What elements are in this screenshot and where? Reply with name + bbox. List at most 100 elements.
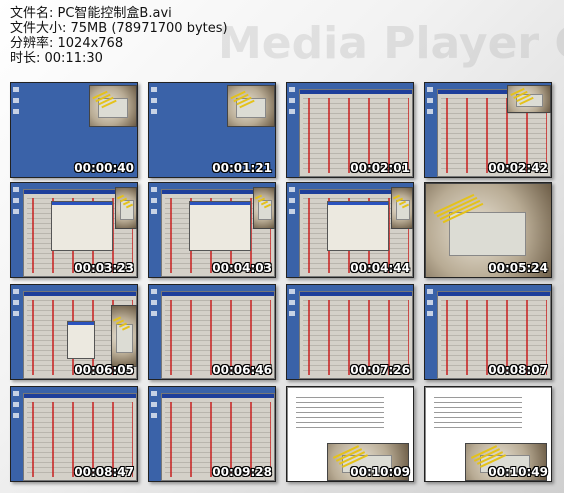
timestamp: 00:10:49 (488, 465, 548, 479)
file-info: 文件名: PC智能控制盒B.avi 文件大小: 75MB (78971700 b… (10, 6, 228, 66)
desktop-icons (151, 87, 157, 120)
dialog-window (51, 201, 113, 251)
file-name: 文件名: PC智能控制盒B.avi (10, 6, 172, 21)
desktop-icons (13, 391, 19, 424)
video-thumbnail: 00:04:03 (148, 182, 276, 278)
video-thumbnail: 00:02:42 (424, 82, 552, 178)
timestamp: 00:03:23 (74, 261, 134, 275)
desktop-icon (13, 98, 19, 103)
control-box (448, 212, 527, 257)
dialog-titlebar (68, 322, 94, 325)
timestamp: 00:05:24 (488, 261, 548, 275)
device-photo (89, 85, 137, 127)
desktop-icon (427, 87, 433, 92)
text-lines (434, 396, 522, 432)
device-photo (507, 85, 551, 113)
device-photo (115, 187, 137, 229)
desktop-icon (151, 187, 157, 192)
timestamp: 00:06:46 (212, 363, 272, 377)
desktop-icon (151, 109, 157, 114)
desktop-icon (289, 300, 295, 305)
video-thumbnail: 00:08:07 (424, 284, 552, 380)
desktop-icons (289, 87, 295, 120)
timestamp: 00:00:40 (74, 161, 134, 175)
desktop-icon (13, 289, 19, 294)
dialog-titlebar (52, 202, 112, 205)
desktop-icons (13, 87, 19, 120)
video-thumbnail: 00:07:26 (286, 284, 414, 380)
desktop-icon (427, 109, 433, 114)
desktop-icons (151, 391, 157, 424)
window-titlebar (162, 394, 274, 398)
window-titlebar (300, 292, 412, 296)
desktop-icon (13, 300, 19, 305)
window-titlebar (300, 90, 412, 94)
timestamp: 00:04:44 (350, 261, 410, 275)
desktop-icon (151, 300, 157, 305)
dialog-window (189, 201, 251, 251)
timestamp: 00:08:07 (488, 363, 548, 377)
timestamp: 00:04:03 (212, 261, 272, 275)
video-thumbnail: 00:09:28 (148, 386, 276, 482)
desktop-icon (13, 87, 19, 92)
video-thumbnail: 00:06:46 (148, 284, 276, 380)
desktop-icon (151, 289, 157, 294)
watermark-text: Media Player Classic (218, 18, 564, 69)
desktop-icons (13, 289, 19, 322)
video-thumbnail: 00:10:09 (286, 386, 414, 482)
desktop-icon (151, 87, 157, 92)
video-thumbnail: 00:03:23 (10, 182, 138, 278)
device-photo (253, 187, 275, 229)
desktop-icon (427, 98, 433, 103)
timestamp: 00:10:09 (350, 465, 410, 479)
desktop-icon (151, 209, 157, 214)
timestamp: 00:01:21 (212, 161, 272, 175)
dialog-window (67, 321, 95, 359)
timestamp: 00:06:05 (74, 363, 134, 377)
desktop-icon (13, 109, 19, 114)
desktop-icon (289, 198, 295, 203)
device-photo (111, 305, 137, 367)
desktop-icon (427, 311, 433, 316)
device-photo (391, 187, 413, 229)
resolution: 分辨率: 1024x768 (10, 36, 124, 51)
desktop-icon (289, 289, 295, 294)
desktop-icon (289, 98, 295, 103)
desktop-icon (13, 391, 19, 396)
file-size: 文件大小: 75MB (78971700 bytes) (10, 21, 228, 36)
timestamp: 00:09:28 (212, 465, 272, 479)
video-thumbnail: 00:05:24 (424, 182, 552, 278)
video-thumbnail: 00:01:21 (148, 82, 276, 178)
desktop-icon (151, 198, 157, 203)
desktop-icons (13, 187, 19, 220)
desktop-icons (427, 87, 433, 120)
window-titlebar (162, 292, 274, 296)
dialog-titlebar (190, 202, 250, 205)
text-lines (296, 396, 384, 432)
desktop-icon (289, 109, 295, 114)
dialog-window (327, 201, 389, 251)
desktop-icon (13, 402, 19, 407)
desktop-icons (427, 289, 433, 322)
desktop-icon (151, 98, 157, 103)
desktop-icon (13, 198, 19, 203)
desktop-icons (151, 187, 157, 220)
desktop-icon (151, 413, 157, 418)
desktop-icon (289, 311, 295, 316)
desktop-icon (289, 187, 295, 192)
desktop-icons (151, 289, 157, 322)
duration: 时长: 00:11:30 (10, 51, 103, 66)
window-titlebar (438, 292, 550, 296)
desktop-icon (13, 187, 19, 192)
window-titlebar (24, 292, 136, 296)
desktop-icon (289, 87, 295, 92)
desktop-icon (13, 413, 19, 418)
desktop-icon (427, 289, 433, 294)
timestamp: 00:02:42 (488, 161, 548, 175)
desktop-icon (151, 391, 157, 396)
desktop-icon (427, 300, 433, 305)
video-thumbnail: 00:08:47 (10, 386, 138, 482)
timestamp: 00:08:47 (74, 465, 134, 479)
desktop-icon (289, 209, 295, 214)
desktop-icons (289, 289, 295, 322)
